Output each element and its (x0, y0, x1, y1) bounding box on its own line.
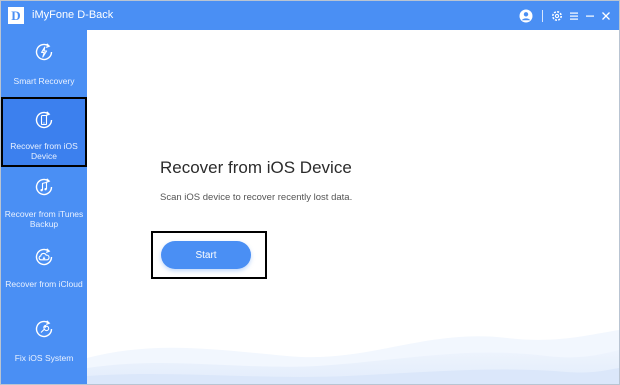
sidebar-item-label: Fix iOS System (14, 353, 74, 363)
sidebar-item-label: Recover from iOS Device (10, 141, 78, 161)
sidebar-item-label: Recover from iTunes Backup (4, 209, 84, 229)
sidebar-item-recover-ios-device[interactable]: Recover from iOS Device (1, 97, 87, 167)
menu-icon[interactable] (567, 9, 581, 23)
settings-icon[interactable] (550, 9, 564, 23)
account-icon[interactable] (519, 9, 533, 23)
close-icon[interactable] (599, 9, 613, 23)
title-bar: D iMyFone D-Back (1, 1, 619, 30)
sidebar-item-fix-ios-system[interactable]: Fix iOS System (1, 313, 87, 369)
page-description: Scan iOS device to recover recently lost… (160, 192, 353, 203)
start-button[interactable]: Start (161, 241, 251, 269)
app-window: D iMyFone D-Back Smart Recovery Recover … (0, 0, 620, 385)
lightning-recover-icon (35, 43, 53, 61)
sidebar-item-label: Smart Recovery (13, 76, 75, 86)
sidebar-item-recover-itunes-backup[interactable]: Recover from iTunes Backup (1, 171, 87, 235)
cloud-recover-icon (35, 248, 53, 266)
sidebar-item-recover-icloud[interactable]: Recover from iCloud (1, 241, 87, 305)
music-recover-icon (35, 178, 53, 196)
page-title: Recover from iOS Device (160, 158, 352, 177)
sidebar-item-label: Recover from iCloud (5, 279, 83, 289)
main-panel: Recover from iOS Device Scan iOS device … (87, 30, 619, 384)
sidebar-item-smart-recovery[interactable]: Smart Recovery (1, 36, 87, 98)
app-logo: D (8, 7, 24, 24)
sidebar: Smart Recovery Recover from iOS Device R… (1, 30, 87, 384)
minimize-icon[interactable] (583, 9, 597, 23)
titlebar-separator (542, 10, 543, 22)
phone-recover-icon (35, 111, 53, 129)
wrench-icon (35, 320, 53, 338)
app-title: iMyFone D-Back (32, 9, 114, 21)
decorative-waves (87, 330, 619, 384)
